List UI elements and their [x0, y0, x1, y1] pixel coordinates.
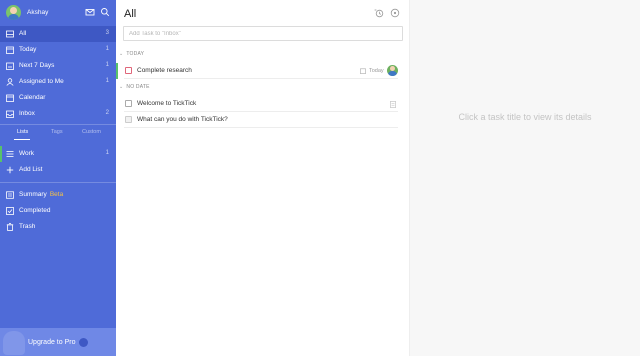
check-square-icon: [6, 207, 14, 215]
beta-badge: Beta: [49, 191, 64, 198]
sidebar-item-label: Next 7 Days: [19, 62, 55, 69]
task-detail-panel: Click a task title to view its details: [410, 0, 640, 356]
sidebar-item-count: 1: [105, 78, 109, 84]
sidebar-item-next-7-days[interactable]: Next 7 Days 1: [0, 58, 116, 74]
sidebar-item-label: Inbox: [19, 110, 35, 117]
section-header-no-date[interactable]: ⌄ NO DATE: [119, 84, 150, 90]
person-icon: [6, 78, 14, 86]
sidebar-item-inbox[interactable]: Inbox 2: [0, 106, 116, 122]
plus-icon: [6, 166, 14, 174]
sidebar-item-label: Trash: [19, 223, 36, 230]
chevron-down-icon: ⌄: [119, 51, 124, 57]
note-icon: [390, 101, 396, 108]
pro-badge-icon: [79, 338, 88, 347]
calendar-today-icon: [6, 46, 14, 54]
tab-custom[interactable]: Custom: [82, 129, 101, 135]
list-icon: [6, 151, 14, 157]
sort-icon[interactable]: [374, 8, 384, 18]
chevron-down-icon: ⌄: [119, 84, 124, 90]
divider: [0, 182, 116, 183]
sidebar-item-assigned-to-me[interactable]: Assigned to Me 1: [0, 74, 116, 90]
task-checkbox[interactable]: [125, 100, 132, 107]
user-avatar[interactable]: [6, 5, 21, 20]
empty-detail-hint: Click a task title to view its details: [458, 112, 592, 122]
page-title: All: [124, 8, 137, 20]
sidebar-item-work[interactable]: Work 1: [0, 146, 116, 162]
more-options-icon[interactable]: [390, 8, 400, 18]
section-label: TODAY: [126, 51, 145, 57]
upgrade-to-pro-button[interactable]: Upgrade to Pro: [0, 328, 116, 356]
task-row[interactable]: Welcome to TickTick: [116, 96, 410, 112]
task-row[interactable]: What can you do with TickTick?: [116, 112, 410, 128]
trash-icon: [6, 223, 14, 231]
sidebar-item-label: Today: [19, 46, 37, 53]
sidebar-item-completed[interactable]: Completed: [0, 203, 116, 219]
assignee-avatar[interactable]: [387, 65, 398, 76]
calendar-week-icon: [6, 62, 14, 70]
sidebar-item-label: Assigned to Me: [19, 78, 64, 85]
sidebar-item-trash[interactable]: Trash: [0, 219, 116, 235]
sidebar-item-label: Completed: [19, 207, 51, 214]
sidebar-item-label: Add List: [19, 166, 43, 173]
mail-icon[interactable]: [85, 7, 95, 17]
task-list-panel: All ⌄TODAY Complete research Today ⌄NO D…: [116, 0, 410, 356]
calendar-icon: [6, 94, 14, 102]
sidebar-header: Akshay: [0, 0, 116, 26]
sidebar-item-count: 3: [105, 30, 109, 36]
calendar-small-icon: [360, 68, 366, 74]
task-title[interactable]: What can you do with TickTick?: [137, 116, 228, 123]
section-header-today[interactable]: ⌄ TODAY: [119, 51, 144, 57]
sidebar-item-label: Summary Beta: [19, 191, 63, 198]
task-title[interactable]: Welcome to TickTick: [137, 100, 196, 107]
sidebar-item-today[interactable]: Today 1: [0, 42, 116, 58]
divider: [0, 124, 116, 125]
mascot-decoration: [3, 331, 25, 355]
summary-icon: [6, 191, 14, 199]
sidebar: Akshay All 3 Today 1 Next 7 Days 1 Assig…: [0, 0, 116, 356]
task-due-date[interactable]: Today: [369, 68, 384, 74]
sidebar-item-count: 2: [105, 110, 109, 116]
search-icon[interactable]: [100, 7, 110, 17]
sidebar-item-label: Calendar: [19, 94, 46, 101]
tab-lists[interactable]: Lists: [17, 129, 28, 135]
sidebar-item-count: 1: [105, 150, 109, 156]
sidebar-item-calendar[interactable]: Calendar: [0, 90, 116, 106]
task-row[interactable]: Complete research Today: [116, 63, 410, 79]
add-list-button[interactable]: Add List: [0, 162, 116, 178]
inbox-icon: [6, 110, 14, 118]
sidebar-item-label: All: [19, 30, 27, 37]
task-checkbox[interactable]: [125, 116, 132, 123]
sidebar-item-label: Work: [19, 150, 35, 157]
inbox-tray-icon: [6, 30, 14, 38]
add-task-input[interactable]: [123, 26, 403, 41]
task-title[interactable]: Complete research: [137, 67, 192, 74]
sidebar-item-count: 1: [105, 62, 109, 68]
summary-label: Summary: [19, 191, 47, 198]
upgrade-label: Upgrade to Pro: [28, 339, 76, 346]
sidebar-item-count: 1: [105, 46, 109, 52]
section-label: NO DATE: [126, 84, 150, 90]
tab-underline: [14, 139, 30, 140]
sidebar-item-summary[interactable]: Summary Beta: [0, 187, 116, 203]
tab-tags[interactable]: Tags: [51, 129, 63, 135]
username[interactable]: Akshay: [27, 9, 48, 16]
sidebar-item-all[interactable]: All 3: [0, 26, 116, 42]
task-checkbox[interactable]: [125, 67, 132, 74]
